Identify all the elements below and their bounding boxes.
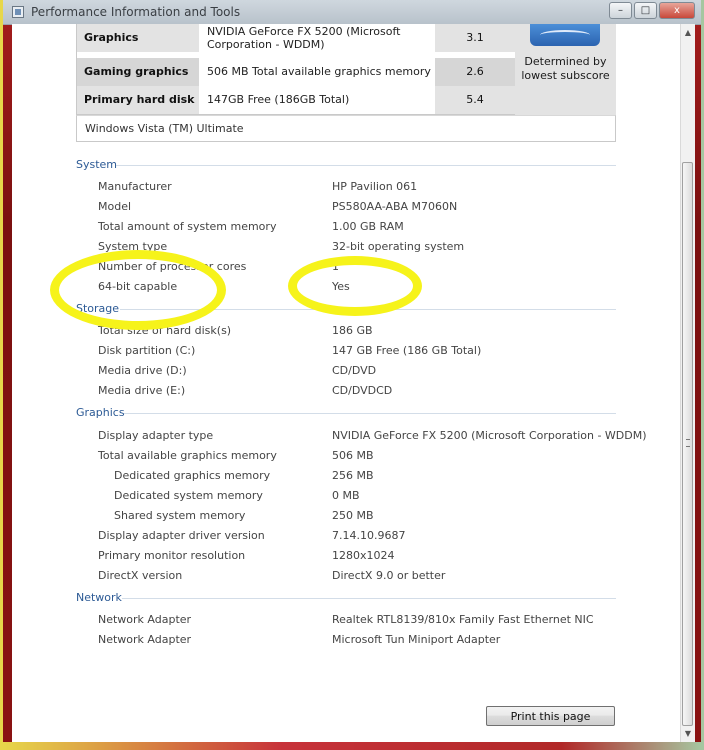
info-label: DirectX version: [98, 569, 183, 582]
component-details: 506 MB Total available graphics memory: [207, 65, 431, 78]
info-value: 32-bit operating system: [332, 240, 465, 253]
scroll-thumb[interactable]: [682, 162, 693, 726]
info-label: Display adapter driver version: [98, 529, 265, 542]
subscore: 5.4: [435, 86, 515, 114]
info-value: Yes: [332, 280, 350, 293]
info-label: Display adapter type: [98, 429, 214, 442]
section-heading-system: System: [76, 158, 616, 172]
score-row: Gaming graphics 506 MB Total available g…: [77, 58, 515, 86]
component-details: 147GB Free (186GB Total): [207, 93, 350, 106]
content-pane: Graphics NVIDIA GeForce FX 5200 (Microso…: [12, 24, 680, 742]
info-label: Media drive (E:): [98, 384, 186, 397]
section-title: Storage: [76, 302, 120, 315]
section-title: Network: [76, 591, 122, 604]
info-label: Primary monitor resolution: [98, 549, 246, 562]
subscore: 2.6: [435, 58, 515, 86]
base-score-logo-icon: [530, 24, 600, 46]
window-icon: [12, 6, 24, 18]
info-value: Realtek RTL8139/810x Family Fast Etherne…: [332, 613, 594, 626]
scroll-down-arrow-icon[interactable]: ▼: [681, 725, 695, 742]
section-title: System: [76, 158, 118, 171]
info-value: CD/DVDCD: [332, 384, 393, 397]
info-label: Network Adapter: [98, 633, 192, 646]
info-value: PS580AA-ABA M7060N: [332, 200, 458, 213]
info-label: Model: [98, 200, 132, 213]
minimize-button[interactable]: –: [609, 2, 632, 19]
frame-edge: [0, 0, 3, 750]
info-value: 1.00 GB RAM: [332, 220, 404, 233]
info-label: Network Adapter: [98, 613, 192, 626]
info-label: Disk partition (C:): [98, 344, 196, 357]
determined-by-text: Determined by lowest subscore: [521, 55, 610, 82]
vertical-scrollbar[interactable]: ▲ ▼: [680, 24, 695, 742]
section-heading-storage: Storage: [76, 302, 616, 316]
title-bar[interactable]: Performance Information and Tools – □ x: [3, 0, 701, 25]
info-value: 0 MB: [332, 489, 360, 502]
info-value: 186 GB: [332, 324, 373, 337]
section-divider: [124, 413, 616, 414]
os-edition: Windows Vista (TM) Ultimate: [76, 115, 616, 142]
info-value: 250 MB: [332, 509, 374, 522]
info-value: 7.14.10.9687: [332, 529, 406, 542]
close-button[interactable]: x: [659, 2, 695, 19]
info-value: CD/DVD: [332, 364, 377, 377]
component-details: NVIDIA GeForce FX 5200 (Microsoft Corpor…: [207, 25, 401, 51]
info-label: Manufacturer: [98, 180, 172, 193]
section-heading-network: Network: [76, 591, 616, 605]
score-row: Primary hard disk 147GB Free (186GB Tota…: [77, 86, 515, 114]
info-value: 147 GB Free (186 GB Total): [332, 344, 482, 357]
info-value: DirectX 9.0 or better: [332, 569, 446, 582]
section-title: Graphics: [76, 406, 125, 419]
section-divider: [116, 165, 616, 166]
score-table: Graphics NVIDIA GeForce FX 5200 (Microso…: [76, 24, 616, 115]
section-heading-graphics: Graphics: [76, 406, 616, 420]
score-row: Graphics NVIDIA GeForce FX 5200 (Microso…: [77, 24, 515, 52]
info-value: 1280x1024: [332, 549, 395, 562]
component-name: Graphics: [77, 24, 199, 52]
window-controls: – □ x: [609, 2, 695, 19]
info-label: Shared system memory: [114, 509, 246, 522]
info-label: Total available graphics memory: [98, 449, 277, 462]
subscore: 3.1: [435, 24, 515, 52]
info-label: Total size of hard disk(s): [98, 324, 232, 337]
info-label: System type: [98, 240, 168, 253]
info-value: HP Pavilion 061: [332, 180, 418, 193]
print-page-button[interactable]: Print this page: [486, 706, 615, 726]
section-divider: [120, 309, 616, 310]
window-title: Performance Information and Tools: [31, 5, 241, 19]
info-value: 256 MB: [332, 469, 374, 482]
info-value: 1: [332, 260, 339, 273]
info-value: NVIDIA GeForce FX 5200 (Microsoft Corpor…: [332, 429, 647, 442]
frame-edge: [3, 742, 701, 750]
section-divider: [122, 598, 616, 599]
component-name: Gaming graphics: [77, 58, 199, 86]
info-label: Number of processor cores: [98, 260, 247, 273]
base-score-box: Determined by lowest subscore: [515, 24, 616, 115]
scroll-up-arrow-icon[interactable]: ▲: [681, 24, 695, 41]
info-value: 506 MB: [332, 449, 374, 462]
info-label: Total amount of system memory: [98, 220, 277, 233]
component-name: Primary hard disk: [77, 86, 199, 114]
info-label: Dedicated graphics memory: [114, 469, 271, 482]
maximize-button[interactable]: □: [634, 2, 657, 19]
scroll-grip-icon: [686, 439, 690, 447]
info-label: 64-bit capable: [98, 280, 178, 293]
info-label: Dedicated system memory: [114, 489, 263, 502]
info-label: Media drive (D:): [98, 364, 187, 377]
info-value: Microsoft Tun Miniport Adapter: [332, 633, 501, 646]
